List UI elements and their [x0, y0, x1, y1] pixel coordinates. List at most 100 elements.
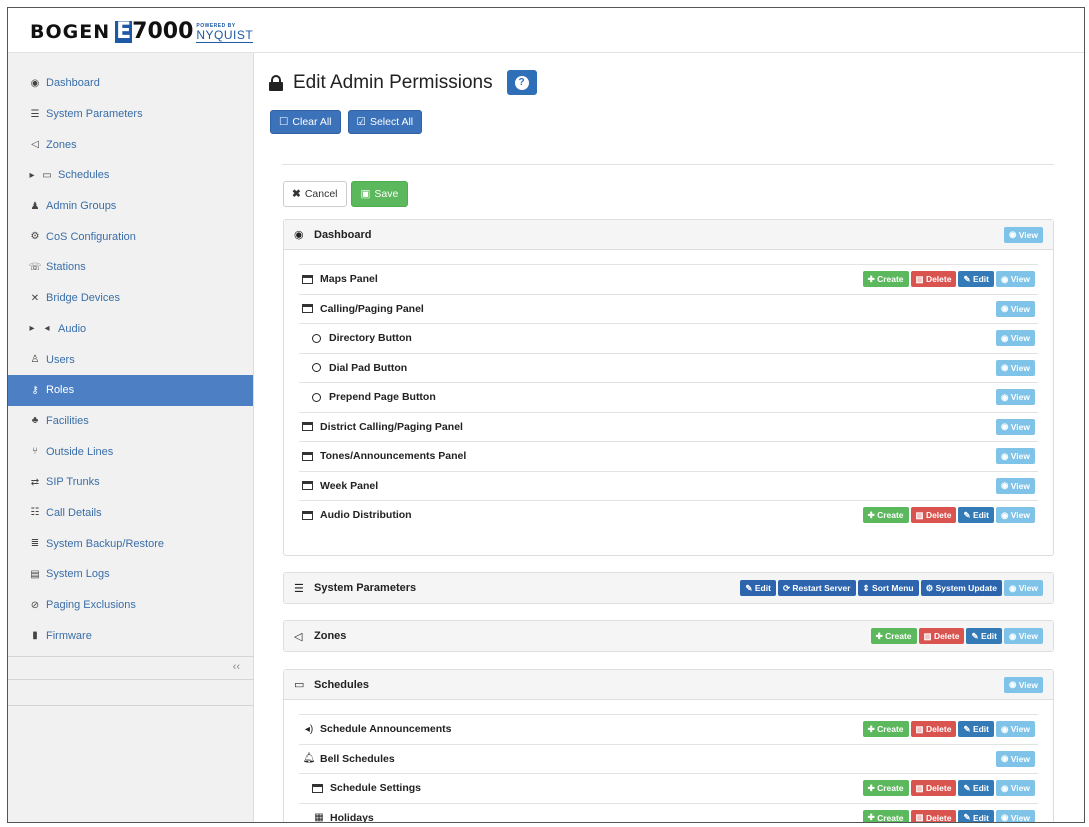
view-button[interactable]: ◉ View [996, 448, 1035, 465]
sidebar-item-outside-lines[interactable]: ⑂ Outside Lines [8, 436, 253, 467]
sidebar-item-call-details[interactable]: ☷ Call Details [8, 498, 253, 529]
view-button[interactable]: ◉ View [996, 300, 1035, 317]
bogen-logo[interactable]: BOGEN E 7000 POWERED BY NYQUIST [30, 19, 254, 43]
cogs-icon: ⚙ [30, 231, 40, 243]
sidebar-item-facilities[interactable]: ♣ Facilities [8, 406, 253, 437]
panel-icon [302, 422, 313, 432]
permission-row-holidays: ▦ Holidays ✚ Create ▥ Delete ✎ Edit ◉ Vi… [299, 802, 1038, 823]
sidebar-item-zones[interactable]: ◁ Zones [8, 129, 253, 160]
view-button[interactable]: ◉ View [1004, 580, 1043, 596]
sidebar-item-users[interactable]: ♙ Users [8, 344, 253, 375]
cancel-label: Cancel [304, 188, 338, 200]
square-icon: ☐ [279, 116, 289, 128]
create-button[interactable]: ✚ Create [862, 809, 909, 822]
edit-button[interactable]: ✎ Edit [958, 809, 994, 822]
help-button[interactable]: ? [506, 70, 537, 95]
edit-button[interactable]: ✎ Edit [958, 721, 994, 738]
bullhorn-icon: ◁ [31, 139, 39, 151]
sidebar-item-admin-groups[interactable]: ♟ Admin Groups [8, 191, 253, 222]
system-parameters-permissions-panel: ☰ System Parameters ✎ Edit ⟳ Restart Ser… [283, 572, 1054, 604]
panel-icon [302, 510, 313, 520]
view-button[interactable]: ◉ View [1004, 676, 1043, 693]
sidebar-item-system-backup-restore[interactable]: ≣ System Backup/Restore [8, 528, 253, 559]
permission-row-dial-pad-button: Dial Pad Button ◉ View [299, 352, 1038, 383]
view-button[interactable]: ◉ View [996, 271, 1035, 288]
delete-button[interactable]: ▥ Delete [910, 809, 957, 822]
sidebar-item-sip-trunks[interactable]: ⇄ SIP Trunks [8, 467, 253, 498]
facilities-icon: ♣ [31, 415, 39, 427]
clear-all-button[interactable]: ☐ Clear All [270, 110, 341, 134]
save-label: Save [374, 188, 399, 200]
permission-list: ◂) Schedule Announcements ✚ Create ▥ Del… [284, 700, 1053, 823]
sidebar-item-system-parameters[interactable]: ☰ System Parameters [8, 99, 253, 130]
edit-button[interactable]: ✎ Edit [958, 507, 994, 524]
create-button[interactable]: ✚ Create [862, 271, 909, 288]
sidebar-item-stations[interactable]: ☏ Stations [8, 252, 253, 283]
edit-button[interactable]: ✎ Edit [740, 580, 776, 596]
caret-right-icon: ▸ [29, 323, 35, 335]
exchange-icon: ⇄ [30, 476, 40, 488]
delete-button[interactable]: ▥ Delete [910, 271, 957, 288]
sidebar-item-label: System Logs [46, 568, 110, 581]
logo-partner: NYQUIST [196, 28, 254, 43]
view-button[interactable]: ◉ View [996, 809, 1035, 822]
group-icon: ♟ [30, 200, 40, 212]
sort-menu-button[interactable]: ⇕ Sort Menu [857, 580, 919, 596]
sidebar-collapse-button[interactable]: ‹‹ [8, 656, 254, 680]
delete-button[interactable]: ▥ Delete [918, 628, 965, 644]
view-button[interactable]: ◉ View [996, 359, 1035, 376]
permission-row-schedule-settings: Schedule Settings ✚ Create ▥ Delete ✎ Ed… [299, 773, 1038, 803]
view-button[interactable]: ◉ View [996, 477, 1035, 494]
view-button[interactable]: ◉ View [1004, 226, 1043, 243]
view-button[interactable]: ◉ View [996, 418, 1035, 435]
create-button[interactable]: ✚ Create [862, 507, 909, 524]
create-button[interactable]: ✚ Create [870, 628, 917, 644]
delete-button[interactable]: ▥ Delete [910, 780, 957, 797]
permission-row-week-panel: Week Panel ◉ View [299, 470, 1038, 501]
top-bar: BOGEN E 7000 POWERED BY NYQUIST [8, 8, 1084, 53]
panel-icon [302, 304, 313, 314]
sidebar-item-label: Call Details [46, 506, 102, 519]
sidebar-item-bridge-devices[interactable]: ✕ Bridge Devices [8, 283, 253, 314]
cancel-button[interactable]: ✖ Cancel [283, 181, 347, 207]
sidebar-item-label: Audio [58, 322, 87, 335]
create-button[interactable]: ✚ Create [862, 780, 909, 797]
sidebar-item-dashboard[interactable]: ◉ Dashboard [8, 68, 253, 99]
sidebar-item-schedules[interactable]: ▸ ▭ Schedules [8, 160, 253, 191]
sidebar-item-system-logs[interactable]: ▤ System Logs [8, 559, 253, 590]
sidebar-item-paging-exclusions[interactable]: ⊘ Paging Exclusions [8, 590, 253, 621]
sidebar-item-audio[interactable]: ▸ ◂ Audio [8, 314, 253, 345]
calendar-check-icon: ▦ [314, 812, 324, 823]
save-button[interactable]: ▣ Save [350, 181, 409, 207]
user-icon: ♙ [30, 354, 40, 366]
edit-button[interactable]: ✎ Edit [958, 271, 994, 288]
permission-row-audio-distribution: Audio Distribution ✚ Create ▥ Delete ✎ E… [299, 500, 1038, 530]
view-button[interactable]: ◉ View [1004, 628, 1043, 644]
file-icon: ▤ [30, 568, 40, 580]
view-button[interactable]: ◉ View [996, 721, 1035, 738]
edit-button[interactable]: ✎ Edit [966, 628, 1002, 644]
view-button[interactable]: ◉ View [996, 780, 1035, 797]
sidebar-item-firmware[interactable]: ▮ Firmware [8, 620, 253, 651]
permission-row-bell-schedules: 🔔︎ Bell Schedules ◉ View [299, 743, 1038, 774]
sidebar-item-roles[interactable]: ⚷ Roles [8, 374, 253, 406]
system-update-button[interactable]: ⚙ System Update [920, 580, 1002, 596]
restart-server-button[interactable]: ⟳ Restart Server [777, 580, 856, 596]
delete-button[interactable]: ▥ Delete [910, 507, 957, 524]
view-button[interactable]: ◉ View [996, 330, 1035, 347]
database-icon: ≣ [30, 538, 40, 550]
view-button[interactable]: ◉ View [996, 507, 1035, 524]
sidebar-item-label: Bridge Devices [46, 292, 120, 305]
delete-button[interactable]: ▥ Delete [910, 721, 957, 738]
view-button[interactable]: ◉ View [996, 750, 1035, 767]
permission-row-directory-button: Directory Button ◉ View [299, 323, 1038, 353]
sidebar: ◉ Dashboard ☰ System Parameters ◁ Zones ▸ ▭ S… [8, 53, 254, 822]
circle-icon [312, 363, 321, 373]
create-button[interactable]: ✚ Create [862, 721, 909, 738]
edit-button[interactable]: ✎ Edit [958, 780, 994, 797]
view-button[interactable]: ◉ View [996, 389, 1035, 406]
sidebar-item-label: Roles [46, 384, 75, 397]
sidebar-item-cos-configuration[interactable]: ⚙ CoS Configuration [8, 221, 253, 252]
select-all-button[interactable]: ☑ Select All [347, 110, 423, 134]
sidebar-divider [8, 705, 254, 706]
